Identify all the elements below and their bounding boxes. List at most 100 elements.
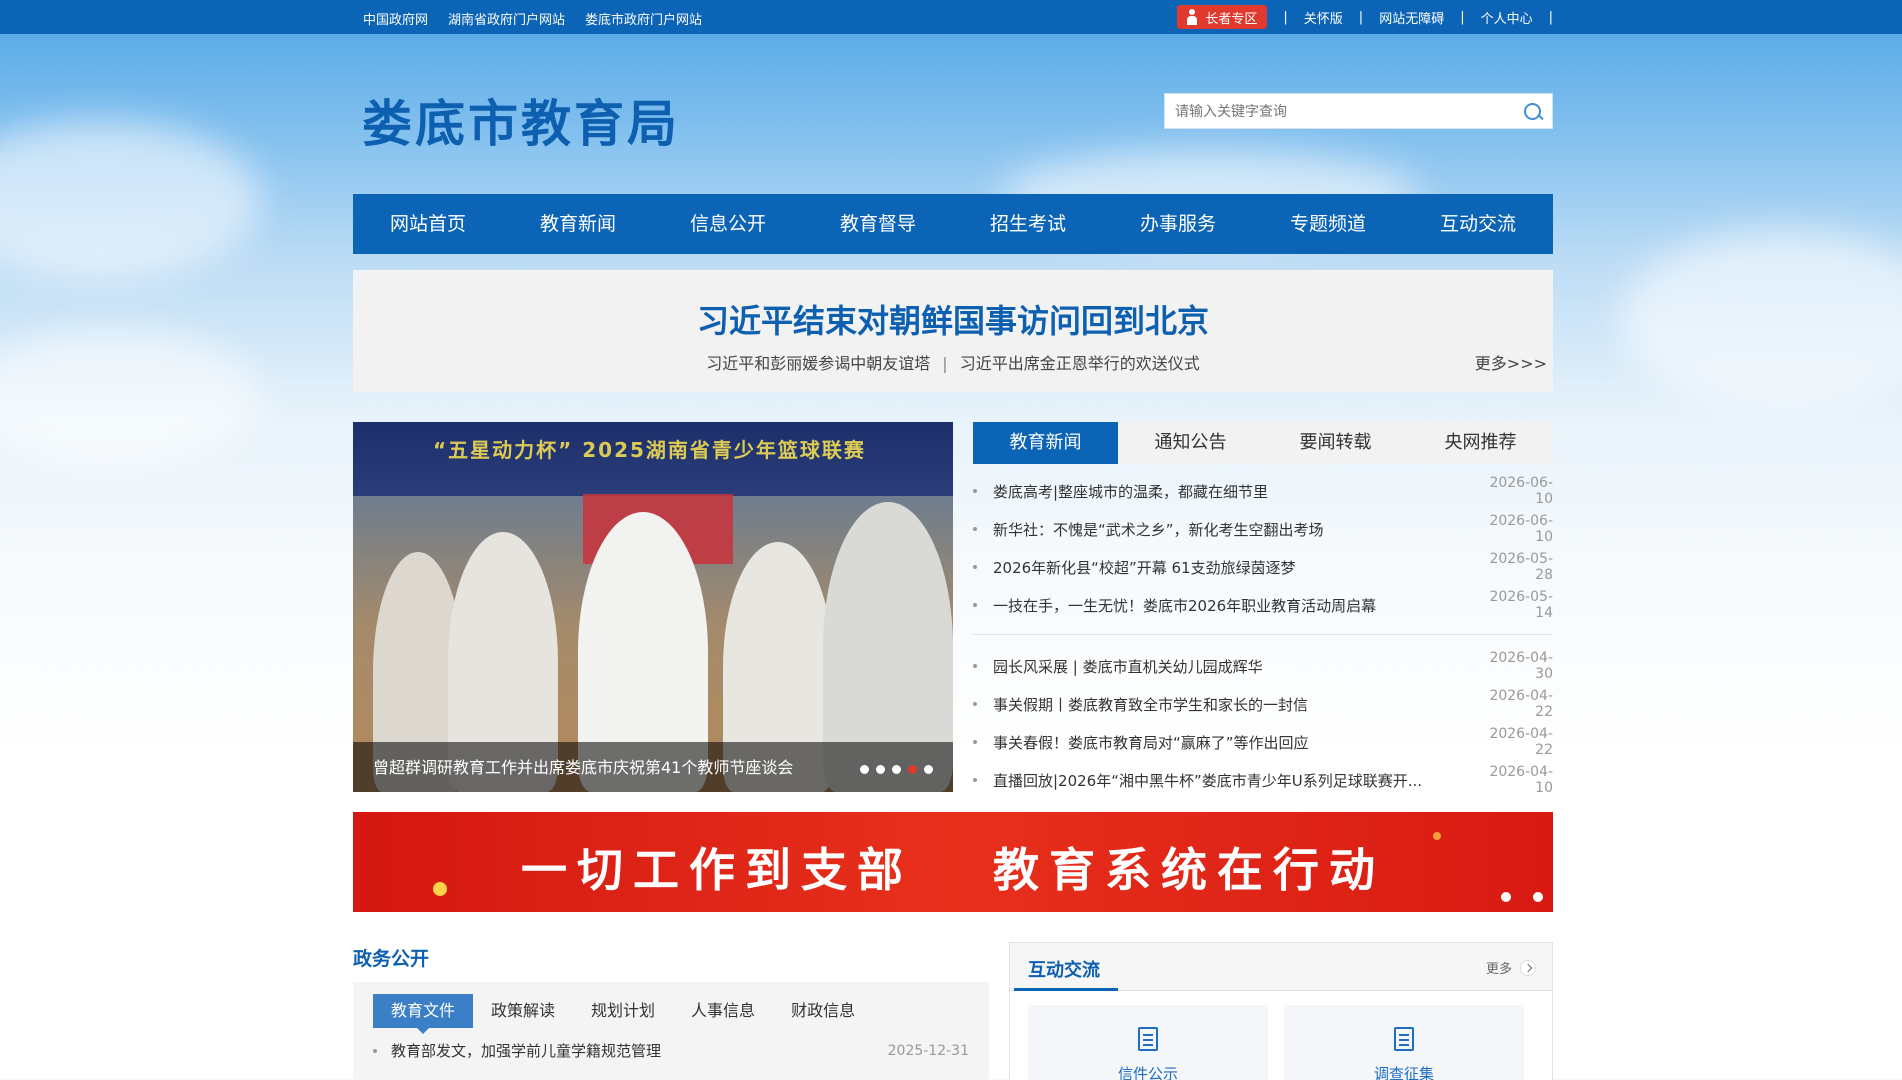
bullet-dot xyxy=(973,778,977,782)
news-list: 娄底高考|整座城市的温柔，都藏在细节里 2026-06-10 新华社：不愧是“武术… xyxy=(973,472,1553,799)
elder-zone-label: 长者专区 xyxy=(1205,11,1258,27)
news-title: 新华社：不愧是“武术之乡”，新化考生空翻出考场 xyxy=(993,520,1324,539)
nav-interaction[interactable]: 互动交流 xyxy=(1403,194,1553,254)
nav-info-disclosure[interactable]: 信息公开 xyxy=(653,194,803,254)
news-divider xyxy=(973,634,1553,635)
tab-edu-documents[interactable]: 教育文件 xyxy=(373,994,474,1034)
headline-title[interactable]: 习近平结束对朝鲜国事访问回到北京 xyxy=(353,296,1553,342)
tab-policy-interpretation[interactable]: 政策解读 xyxy=(473,994,573,1028)
nav-services[interactable]: 办事服务 xyxy=(1103,194,1253,254)
nav-education-news[interactable]: 教育新闻 xyxy=(503,194,653,254)
separator: | xyxy=(1460,9,1465,25)
news-date: 2026-05-14 xyxy=(1489,589,1553,621)
interaction-more-link[interactable]: 更多 xyxy=(1486,958,1536,977)
slider-dot[interactable] xyxy=(924,765,933,774)
title-underline xyxy=(1014,988,1118,991)
news-item[interactable]: 园长风采展 | 娄底市直机关幼儿园成辉华 2026-04-30 xyxy=(973,647,1553,685)
headline-sub-link[interactable]: 习近平出席金正恩举行的欢送仪式 xyxy=(960,354,1200,373)
photo-slider[interactable]: “五星动力杯” 2025湖南省青少年篮球联赛 曾超群调研教育工作并出席娄底市庆祝… xyxy=(353,422,953,792)
more-label: 更多 xyxy=(1485,962,1512,977)
news-date: 2026-06-10 xyxy=(1489,475,1553,507)
slider-dot[interactable] xyxy=(876,765,885,774)
news-item[interactable]: 娄底高考|整座城市的温柔，都藏在细节里 2026-06-10 xyxy=(973,472,1553,510)
gov-affairs-box: 教育文件 政策解读 规划计划 人事信息 财政信息 教育部发文，加强学前儿童学籍规… xyxy=(353,982,989,1080)
nav-admission[interactable]: 招生考试 xyxy=(953,194,1103,254)
headline-subs: 习近平和彭丽媛参谒中朝友谊塔 | 习近平出席金正恩举行的欢送仪式 xyxy=(353,350,1553,374)
promo-right-text: 教育系统在行动 xyxy=(993,843,1385,897)
news-title: 一技在手，一生无忧！娄底市2026年职业教育活动周启幕 xyxy=(993,596,1377,615)
promo-banner[interactable]: 一切工作到支部 教育系统在行动 xyxy=(353,812,1553,912)
elder-zone-button[interactable]: 长者专区 xyxy=(1177,5,1268,29)
accessibility-link[interactable]: 网站无障碍 xyxy=(1379,8,1444,27)
news-item[interactable]: 事关春假！娄底市教育局对“赢麻了”等作出回应 2026-04-22 xyxy=(973,723,1553,761)
card-label: 调查征集 xyxy=(1373,1065,1434,1080)
slider-dot[interactable] xyxy=(860,765,869,774)
care-version-link[interactable]: 关怀版 xyxy=(1304,8,1343,27)
news-panel: 教育新闻 通知公告 要闻转载 央网推荐 娄底高考|整座城市的温柔，都藏在细节里 2… xyxy=(973,422,1553,796)
slider-dot[interactable] xyxy=(908,765,917,774)
news-date: 2026-05-28 xyxy=(1489,551,1553,583)
news-item[interactable]: 直播回放|2026年“湘中黑牛杯”娄底市青少年U系列足球联赛开... 2026-0… xyxy=(973,761,1553,799)
elder-icon xyxy=(1185,9,1199,25)
top-link-loudi[interactable]: 娄底市政府门户网站 xyxy=(585,9,702,28)
bullet-dot xyxy=(973,527,977,531)
top-link-hunan[interactable]: 湖南省政府门户网站 xyxy=(448,9,565,28)
separator: | xyxy=(1548,9,1553,25)
letters-card[interactable]: 信件公示 xyxy=(1028,1005,1268,1080)
interaction-title: 互动交流 xyxy=(1028,960,1100,981)
survey-card[interactable]: 调查征集 xyxy=(1284,1005,1524,1080)
tab-plans[interactable]: 规划计划 xyxy=(573,994,673,1028)
cloud-decoration xyxy=(0,330,260,470)
news-item[interactable]: 2026年新化县“校超”开幕 61支劲旅绿茵逐梦 2026-05-28 xyxy=(973,548,1553,586)
bullet-dot xyxy=(973,565,977,569)
news-date: 2026-04-22 xyxy=(1489,726,1553,758)
slider-dots xyxy=(860,765,933,774)
gov-item-title: 教育部发文，加强学前儿童学籍规范管理 xyxy=(391,1042,662,1060)
news-item[interactable]: 新华社：不愧是“武术之乡”，新化考生空翻出考场 2026-06-10 xyxy=(973,510,1553,548)
gov-tabs: 教育文件 政策解读 规划计划 人事信息 财政信息 xyxy=(373,994,873,1034)
nav-home[interactable]: 网站首页 xyxy=(353,194,503,254)
news-tabs: 教育新闻 通知公告 要闻转载 央网推荐 xyxy=(973,422,1553,464)
headline-more-link[interactable]: 更多>>> xyxy=(1475,350,1547,374)
slide-caption[interactable]: 曾超群调研教育工作并出席娄底市庆祝第41个教师节座谈会 xyxy=(373,754,793,778)
promo-dot[interactable] xyxy=(1533,892,1543,902)
separator: | xyxy=(1358,9,1364,25)
gov-list-item[interactable]: 教育部发文，加强学前儿童学籍规范管理 2025-12-31 xyxy=(373,1040,969,1061)
tab-cctv-recommend[interactable]: 央网推荐 xyxy=(1408,422,1553,464)
tab-education-news[interactable]: 教育新闻 xyxy=(973,422,1118,464)
top-bar: 中国政府网 湖南省政府门户网站 娄底市政府门户网站 长者专区 | 关怀版 | 网… xyxy=(0,0,1902,34)
news-title: 事关假期丨娄底教育致全市学生和家长的一封信 xyxy=(993,695,1309,714)
tab-reprints[interactable]: 要闻转载 xyxy=(1263,422,1408,464)
bullet-dot xyxy=(973,702,977,706)
site-logo[interactable]: 娄底市教育局 xyxy=(362,84,680,156)
slider-dot[interactable] xyxy=(892,765,901,774)
search-icon[interactable] xyxy=(1522,101,1544,123)
news-date: 2026-04-22 xyxy=(1489,688,1553,720)
top-link-gov[interactable]: 中国政府网 xyxy=(363,9,428,28)
gov-affairs-title: 政务公开 xyxy=(353,948,430,970)
tab-notices[interactable]: 通知公告 xyxy=(1118,422,1263,464)
bullet-dot xyxy=(973,603,977,607)
interaction-section: 互动交流 更多 信件公示 调查征集 xyxy=(1009,942,1553,1080)
top-links: 中国政府网 湖南省政府门户网站 娄底市政府门户网站 xyxy=(363,9,702,28)
tab-finance[interactable]: 财政信息 xyxy=(773,994,873,1028)
tab-personnel[interactable]: 人事信息 xyxy=(673,994,773,1028)
news-item[interactable]: 事关假期丨娄底教育致全市学生和家长的一封信 2026-04-22 xyxy=(973,685,1553,723)
headline-sub-link[interactable]: 习近平和彭丽媛参谒中朝友谊塔 xyxy=(706,354,930,373)
separator: | xyxy=(942,354,948,373)
promo-text: 一切工作到支部 教育系统在行动 xyxy=(353,834,1553,900)
gov-item-date: 2025-12-31 xyxy=(887,1042,969,1059)
news-date: 2026-06-10 xyxy=(1489,513,1553,545)
nav-special[interactable]: 专题频道 xyxy=(1253,194,1403,254)
news-title: 园长风采展 | 娄底市直机关幼儿园成辉华 xyxy=(993,657,1263,676)
promo-left-text: 一切工作到支部 xyxy=(521,843,913,897)
search-input[interactable] xyxy=(1165,94,1505,128)
slide-banner: “五星动力杯” 2025湖南省青少年篮球联赛 xyxy=(353,422,953,496)
news-title: 娄底高考|整座城市的温柔，都藏在细节里 xyxy=(993,482,1269,501)
promo-dot[interactable] xyxy=(1501,892,1511,902)
slide-banner-text: “五星动力杯” 2025湖南省青少年篮球联赛 xyxy=(433,438,866,462)
news-item[interactable]: 一技在手，一生无忧！娄底市2026年职业教育活动周启幕 2026-05-14 xyxy=(973,586,1553,624)
nav-supervision[interactable]: 教育督导 xyxy=(803,194,953,254)
personal-center-link[interactable]: 个人中心 xyxy=(1481,8,1533,27)
promo-dots xyxy=(1501,892,1543,902)
